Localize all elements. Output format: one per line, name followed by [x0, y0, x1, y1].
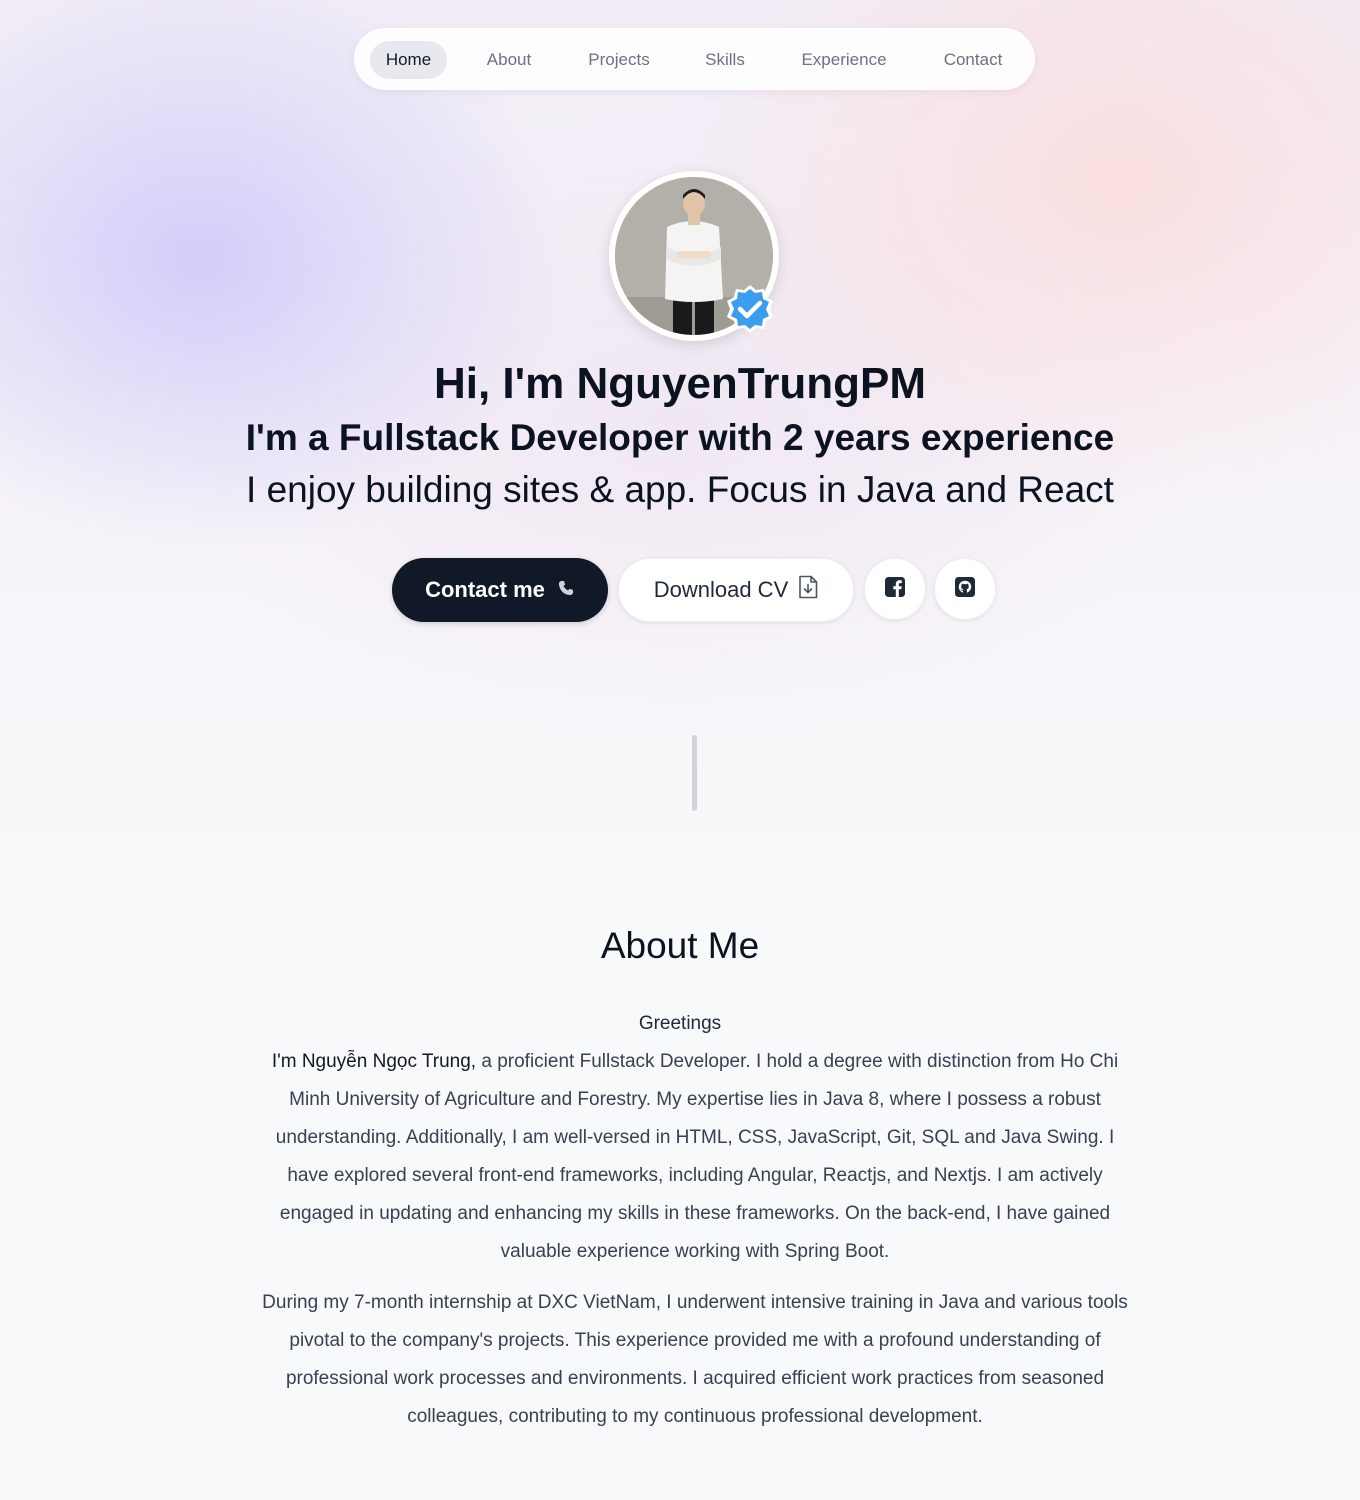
- about-greeting: Greetings: [638, 1013, 722, 1034]
- github-button[interactable]: [934, 558, 996, 620]
- nav-about[interactable]: About: [467, 41, 551, 79]
- hero-tagline: I enjoy building sites & app. Focus in J…: [246, 469, 1114, 510]
- page-content: Home About Projects Skills Experience Co…: [0, 0, 1360, 1500]
- verified-check-icon: [723, 282, 777, 336]
- nav-projects[interactable]: Projects: [569, 41, 669, 79]
- about-paragraph-2: During my 7-month internship at DXC Viet…: [262, 1292, 1128, 1427]
- about-paragraph-1: I'm Nguyễn Ngọc Trung, a proficient Full…: [260, 1043, 1130, 1271]
- about-title: About Me: [600, 925, 760, 966]
- profile-avatar: [609, 171, 779, 341]
- facebook-icon: [884, 576, 906, 603]
- about-intro-name: I'm Nguyễn Ngọc Trung,: [271, 1051, 477, 1072]
- contact-me-button[interactable]: Contact me: [392, 558, 608, 622]
- nav-home[interactable]: Home: [370, 41, 447, 79]
- nav-contact[interactable]: Contact: [925, 41, 1021, 79]
- phone-icon: [557, 577, 575, 603]
- github-icon: [954, 576, 976, 603]
- file-download-icon: [798, 575, 818, 605]
- facebook-button[interactable]: [864, 558, 926, 620]
- contact-button-label: Contact me: [425, 577, 545, 602]
- download-cv-button[interactable]: Download CV: [618, 558, 854, 622]
- hero-role: I'm a Fullstack Developer with 2 years e…: [245, 417, 1115, 458]
- cv-button-label: Download CV: [653, 577, 789, 602]
- hero-greeting: Hi, I'm NguyenTrungPM: [433, 359, 927, 408]
- nav-skills[interactable]: Skills: [687, 41, 763, 79]
- about-paragraph-1-text: a proficient Fullstack Developer. I hold…: [275, 1051, 1119, 1262]
- scroll-divider: [692, 735, 697, 811]
- top-navigation: Home About Projects Skills Experience Co…: [354, 28, 1035, 90]
- nav-experience[interactable]: Experience: [783, 41, 905, 79]
